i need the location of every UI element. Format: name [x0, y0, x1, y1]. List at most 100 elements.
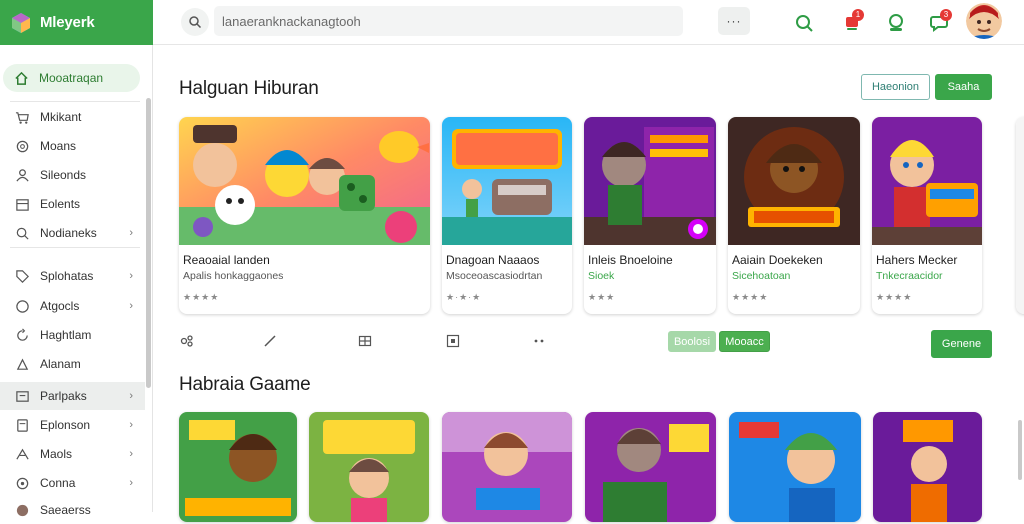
game-tile[interactable] — [179, 412, 297, 522]
grid-icon[interactable] — [357, 333, 373, 349]
sidebar-item-sileonds[interactable]: Sileonds — [0, 161, 145, 189]
card-placeholder — [1016, 117, 1024, 314]
game-art-image — [179, 117, 430, 245]
card-title: Dnagoan Naaaos — [446, 253, 540, 267]
sidebar-item-label: Parlpaks — [40, 389, 87, 403]
alarm-icon — [14, 356, 30, 372]
users-icon — [14, 167, 30, 183]
action-button[interactable]: Genene — [931, 330, 992, 358]
search-icon — [14, 225, 30, 241]
card-rating: ★·★·★ — [446, 292, 482, 302]
share-icon[interactable] — [179, 333, 195, 349]
game-art-image — [442, 117, 572, 245]
sidebar-item-moans[interactable]: Moans — [0, 132, 145, 160]
sidebar-item-label: Moans — [40, 139, 77, 153]
card-subtitle: Tnkecraacidor — [876, 270, 943, 282]
card-rating: ★★★ — [588, 292, 616, 302]
sidebar-item-active[interactable]: Mooatraqan — [3, 64, 140, 92]
sidebar-scrollbar[interactable] — [146, 98, 151, 388]
game-tile[interactable] — [442, 412, 572, 522]
sidebar-item-eplonson[interactable]: Eplonson › — [0, 411, 145, 439]
search-icon[interactable] — [181, 8, 209, 36]
sidebar-item-haghtlam[interactable]: Haghtlam — [0, 321, 145, 349]
chevron-right-icon: › — [129, 448, 133, 460]
more-options-button[interactable]: ··· — [718, 7, 750, 35]
sidebar-item-eolents[interactable]: Eolents — [0, 190, 145, 218]
sidebar-item-label: Nodianeks — [40, 226, 97, 240]
card-subtitle: Sicehoatoan — [732, 270, 791, 282]
game-art-image — [728, 117, 860, 245]
filter-chip[interactable]: Mooacc — [719, 331, 770, 352]
game-card[interactable]: Reaoaial landen Apalis honkaggaones ★★★★ — [179, 117, 430, 314]
edit-icon[interactable] — [262, 333, 278, 349]
card-rating: ★★★★ — [183, 292, 220, 302]
card-subtitle: Msoceoascasiodrtan — [446, 270, 543, 282]
sidebar-divider — [10, 247, 140, 248]
sidebar-item-label: Eplonson — [40, 418, 91, 432]
game-art-image — [442, 412, 572, 522]
section-title-2: Habraia Gaame — [179, 374, 311, 395]
filter-chip-pale[interactable]: Boolosi — [668, 331, 716, 352]
sidebar-item-atgocls[interactable]: Atgocls › — [0, 292, 145, 320]
brand-name: Mleyerk — [40, 14, 95, 31]
layers-icon — [14, 417, 30, 433]
game-card[interactable]: Dnagoan Naaaos Msoceoascasiodrtan ★·★·★ — [442, 117, 572, 314]
game-card[interactable]: Hahers Mecker Tnkecraacidor ★★★★ — [872, 117, 982, 314]
search-input[interactable] — [214, 6, 683, 36]
chat-badge: 3 — [940, 9, 952, 21]
explore-icon[interactable] — [789, 8, 819, 38]
chevron-right-icon: › — [129, 300, 133, 312]
sidebar-item-saeaerss[interactable]: Saeaerss — [0, 496, 145, 524]
box-icon — [14, 388, 30, 404]
chat-icon[interactable]: 3 — [925, 8, 955, 38]
section-title: Halguan Hiburan — [179, 78, 319, 99]
chevron-right-icon: › — [129, 390, 133, 402]
game-card[interactable]: Inleis Bnoeloine Sioek ★★★ — [584, 117, 716, 314]
sidebar-item-mkikant[interactable]: Mkikant — [0, 103, 145, 131]
sidebar-item-label: Atgocls — [40, 299, 80, 313]
card-subtitle: Apalis honkaggaones — [183, 270, 284, 282]
game-tile[interactable] — [729, 412, 861, 522]
brand-header[interactable]: Mleyerk — [0, 0, 153, 45]
card-title: Reaoaial landen — [183, 253, 270, 267]
sidebar-item-maols[interactable]: Maols › — [0, 440, 145, 468]
sidebar-item-label: Splohatas — [40, 269, 94, 283]
game-tile[interactable] — [585, 412, 716, 522]
page-scrollbar[interactable] — [1018, 420, 1022, 480]
more-dots-icon[interactable] — [531, 333, 547, 349]
avatar[interactable] — [966, 3, 1002, 39]
chevron-right-icon: › — [129, 270, 133, 282]
cart-icon — [14, 109, 30, 125]
card-rating: ★★★★ — [732, 292, 769, 302]
window-icon[interactable] — [445, 333, 461, 349]
sidebar-item-splohatas[interactable]: Splohatas › — [0, 262, 145, 290]
sidebar-item-label: Mooatraqan — [39, 71, 104, 85]
mail-icon — [14, 446, 30, 462]
game-card-partial[interactable] — [1016, 117, 1024, 314]
coins-icon — [14, 138, 30, 154]
sidebar-item-conna[interactable]: Conna › — [0, 469, 145, 497]
sidebar-item-label: Sileonds — [40, 168, 87, 182]
sidebar-divider — [10, 101, 140, 102]
top-bar: ··· 1 3 — [153, 0, 1024, 45]
tag-icon — [14, 268, 30, 284]
green-button[interactable]: Saaha — [935, 74, 992, 100]
sidebar-item-alanam[interactable]: Alanam — [0, 350, 145, 378]
sidebar-item-label: Haghtlam — [40, 328, 92, 342]
sidebar-item-label: Mkikant — [40, 110, 82, 124]
game-tile[interactable] — [873, 412, 982, 522]
outline-button[interactable]: Haeonion — [861, 74, 930, 100]
refresh-icon — [14, 327, 30, 343]
chevron-right-icon: › — [129, 227, 133, 239]
game-art-image — [584, 117, 716, 245]
notification-icon[interactable]: 1 — [837, 8, 867, 38]
sidebar-item-parlpaks[interactable]: Parlpaks › — [0, 382, 145, 410]
profile-circle-icon[interactable] — [881, 8, 911, 38]
game-card[interactable]: Aaiain Doekeken Sicehoatoan ★★★★ — [728, 117, 860, 314]
sidebar-item-nodianeks[interactable]: Nodianeks › — [0, 219, 145, 247]
sidebar-item-label: Maols — [40, 447, 73, 461]
card-title: Aaiain Doekeken — [732, 253, 823, 267]
game-tile[interactable] — [309, 412, 429, 522]
logo-icon — [12, 12, 30, 33]
sidebar: Mooatraqan Mkikant Moans Sileonds Eolents No… — [0, 45, 153, 517]
